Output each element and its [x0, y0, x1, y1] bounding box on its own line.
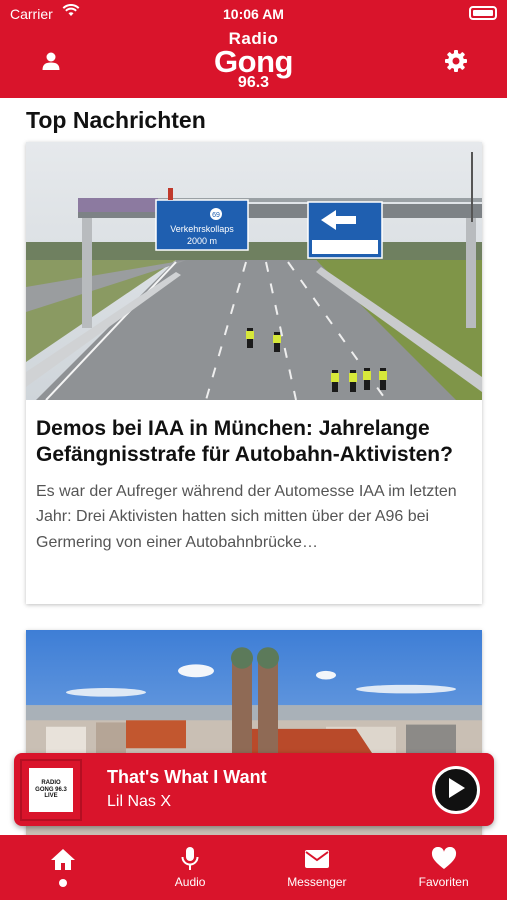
logo-line-gong: Gong [214, 44, 293, 79]
status-bar: Carrier 10:06 AM [0, 0, 507, 28]
tab-messenger[interactable]: Messenger [254, 835, 381, 900]
tab-label-favoriten: Favoriten [418, 875, 469, 889]
news-feed[interactable]: Top Nachrichten Verkehrskollaps 2000 m 6… [0, 98, 507, 835]
tab-audio[interactable]: Audio [127, 835, 254, 900]
settings-button[interactable] [441, 48, 471, 78]
sign-left-distance: 2000 m [187, 236, 217, 246]
sign-route-number: 69 [212, 212, 220, 219]
news-card[interactable]: Verkehrskollaps 2000 m 69 Demos bei IAA … [26, 142, 482, 604]
tab-home[interactable] [0, 835, 127, 900]
microphone-icon [180, 846, 200, 872]
tab-bar: Audio Messenger Favoriten [0, 835, 507, 900]
envelope-icon [304, 846, 330, 872]
tab-label-messenger: Messenger [287, 875, 347, 889]
track-title: That's What I Want [107, 767, 267, 787]
station-cover: RADIO GONG 96.3 LIVE [20, 759, 82, 821]
track-artist: Lil Nas X [107, 793, 172, 810]
heart-icon [431, 846, 457, 872]
tab-label-audio: Audio [174, 875, 206, 889]
tab-favoriten[interactable]: Favoriten [380, 835, 507, 900]
app-header: Radio Gong 96.3 [0, 28, 507, 98]
section-title: Top Nachrichten [26, 107, 206, 133]
play-icon [446, 777, 466, 804]
mini-player[interactable]: RADIO GONG 96.3 LIVE That's What I Want … [14, 753, 494, 826]
sign-left-text: Verkehrskollaps [170, 224, 234, 234]
clock: 10:06 AM [223, 6, 284, 22]
gear-icon [444, 49, 468, 78]
article-title: Demos bei IAA in München: Jahrelange Gef… [36, 417, 453, 467]
article-teaser: Es war der Aufreger während der Automess… [36, 482, 457, 551]
highway-photo: Verkehrskollaps 2000 m 69 [26, 142, 482, 400]
play-button[interactable] [432, 766, 480, 814]
logo-line-frequency: 96.3 [237, 74, 270, 91]
cover-line-2: GONG 96.3 [35, 786, 67, 793]
cover-line-1: RADIO [41, 779, 61, 786]
battery-icon [469, 6, 497, 20]
active-tab-indicator [59, 879, 68, 887]
radio-gong-logo[interactable]: Radio Gong 96.3 [0, 30, 507, 91]
cover-line-3: LIVE [44, 793, 58, 800]
home-icon [50, 846, 76, 872]
